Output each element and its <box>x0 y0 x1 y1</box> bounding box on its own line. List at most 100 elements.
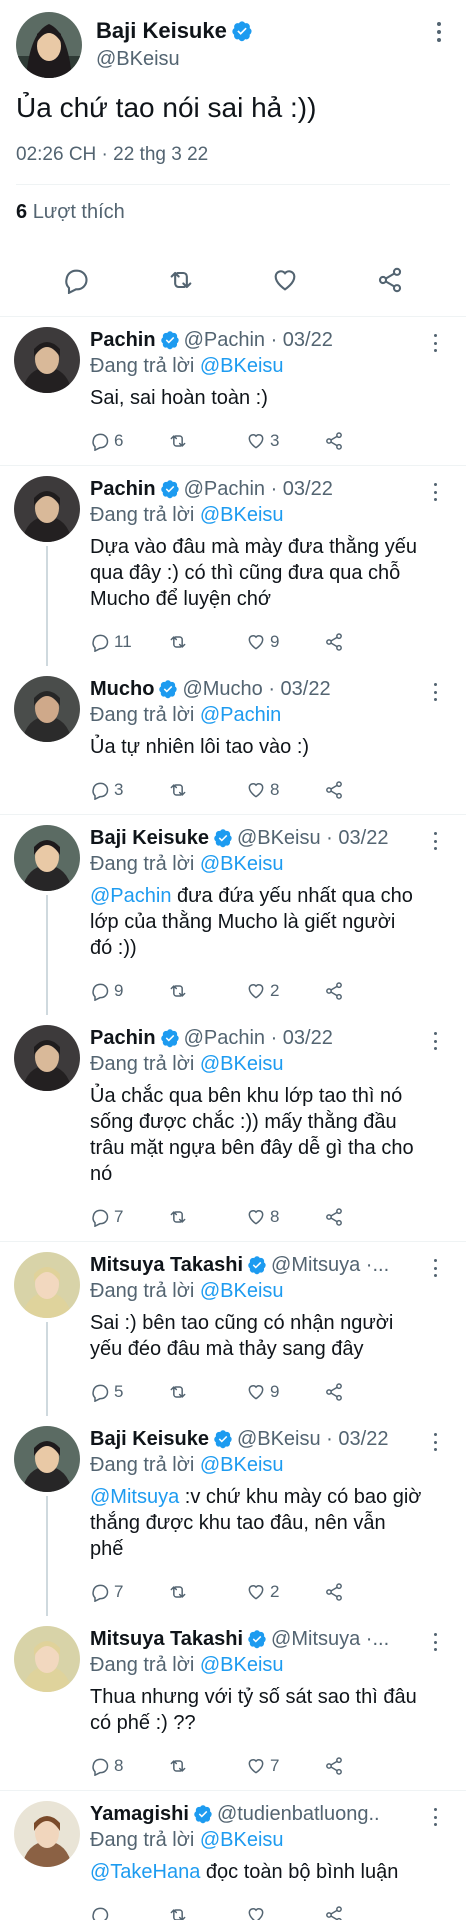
reply-tweet[interactable]: Yamagishi @tudienbatluong.. Đang trả lời… <box>0 1791 466 1920</box>
avatar[interactable] <box>14 1626 80 1692</box>
more-icon[interactable] <box>430 1632 440 1652</box>
like-action[interactable]: 9 <box>246 632 324 652</box>
share-action[interactable] <box>324 632 402 652</box>
more-icon[interactable] <box>430 482 440 502</box>
retweet-action[interactable] <box>168 1582 246 1602</box>
more-icon[interactable] <box>430 682 440 702</box>
avatar-baji[interactable] <box>16 12 82 78</box>
reply-action[interactable]: 3 <box>90 780 168 800</box>
reply-author-name[interactable]: Mucho <box>90 676 154 702</box>
retweet-action[interactable] <box>168 431 246 451</box>
reply-action[interactable]: 5 <box>90 1382 168 1402</box>
share-action[interactable] <box>324 1382 402 1402</box>
reply-tweet[interactable]: Mitsuya Takashi @Mitsuya ·... Đang trả l… <box>0 1616 466 1791</box>
reply-tweet[interactable]: Pachin @Pachin · 03/22 Đang trả lời @BKe… <box>0 317 466 466</box>
likes-row[interactable]: 6 Lượt thích <box>0 185 466 243</box>
main-author-name[interactable]: Baji Keisuke <box>96 18 227 44</box>
retweet-action[interactable] <box>168 1756 246 1776</box>
like-action[interactable]: 8 <box>246 1207 324 1227</box>
replying-to-mention[interactable]: @Pachin <box>200 704 281 726</box>
like-action[interactable]: 2 <box>246 981 324 1001</box>
reply-tweet[interactable]: Pachin @Pachin · 03/22 Đang trả lời @BKe… <box>0 466 466 666</box>
reply-action[interactable]: 9 <box>90 981 168 1001</box>
avatar[interactable] <box>14 476 80 542</box>
like-icon[interactable] <box>270 265 300 295</box>
reply-author-meta[interactable]: @Pachin · 03/22 <box>184 327 333 353</box>
replying-to-mention[interactable]: @BKeisu <box>200 1829 284 1851</box>
replying-to-mention[interactable]: @BKeisu <box>200 1280 284 1302</box>
reply-author-name[interactable]: Pachin <box>90 476 156 502</box>
reply-tweet[interactable]: Mitsuya Takashi @Mitsuya ·... Đang trả l… <box>0 1242 466 1416</box>
avatar[interactable] <box>14 1252 80 1318</box>
share-action[interactable] <box>324 1207 402 1227</box>
retweet-action[interactable] <box>168 1905 246 1920</box>
reply-author-meta[interactable]: @Mucho · 03/22 <box>182 676 330 702</box>
reply-author-name[interactable]: Pachin <box>90 327 156 353</box>
reply-action[interactable]: 6 <box>90 431 168 451</box>
reply-author-name[interactable]: Mitsuya Takashi <box>90 1626 243 1652</box>
avatar[interactable] <box>14 1025 80 1091</box>
replying-to-mention[interactable]: @BKeisu <box>200 1053 284 1075</box>
avatar[interactable] <box>14 327 80 393</box>
replying-to-mention[interactable]: @BKeisu <box>200 504 284 526</box>
reply-tweet[interactable]: Baji Keisuke @BKeisu · 03/22 Đang trả lờ… <box>0 1416 466 1616</box>
share-action[interactable] <box>324 1756 402 1776</box>
reply-action[interactable] <box>90 1905 168 1920</box>
text-mention[interactable]: @TakeHana <box>90 1861 200 1883</box>
replying-to-mention[interactable]: @BKeisu <box>200 853 284 875</box>
avatar[interactable] <box>14 825 80 891</box>
more-icon[interactable] <box>430 333 440 353</box>
avatar[interactable] <box>14 1801 80 1867</box>
retweet-action[interactable] <box>168 1207 246 1227</box>
reply-author-meta[interactable]: @Pachin · 03/22 <box>184 476 333 502</box>
reply-author-meta[interactable]: @BKeisu · 03/22 <box>237 825 389 851</box>
retweet-action[interactable] <box>168 981 246 1001</box>
more-icon[interactable] <box>430 1258 440 1278</box>
reply-author-name[interactable]: Yamagishi <box>90 1801 189 1827</box>
share-action[interactable] <box>324 1905 402 1920</box>
share-action[interactable] <box>324 780 402 800</box>
share-action[interactable] <box>324 431 402 451</box>
reply-author-name[interactable]: Pachin <box>90 1025 156 1051</box>
reply-author-meta[interactable]: @Mitsuya ·... <box>271 1626 389 1652</box>
reply-author-meta[interactable]: @tudienbatluong.. <box>217 1801 380 1827</box>
retweet-icon[interactable] <box>166 265 196 295</box>
reply-action[interactable]: 7 <box>90 1207 168 1227</box>
reply-tweet[interactable]: Baji Keisuke @BKeisu · 03/22 Đang trả lờ… <box>0 815 466 1015</box>
like-action[interactable] <box>246 1905 324 1920</box>
reply-action[interactable]: 7 <box>90 1582 168 1602</box>
more-icon[interactable] <box>430 831 440 851</box>
reply-author-meta[interactable]: @BKeisu · 03/22 <box>237 1426 389 1452</box>
avatar[interactable] <box>14 676 80 742</box>
share-icon[interactable] <box>375 265 405 295</box>
retweet-action[interactable] <box>168 780 246 800</box>
reply-icon[interactable] <box>61 265 91 295</box>
like-action[interactable]: 3 <box>246 431 324 451</box>
reply-author-meta[interactable]: @Mitsuya ·... <box>271 1252 389 1278</box>
avatar[interactable] <box>14 1426 80 1492</box>
replying-to-mention[interactable]: @BKeisu <box>200 1454 284 1476</box>
more-icon[interactable] <box>430 1807 440 1827</box>
replying-to-mention[interactable]: @BKeisu <box>200 1654 284 1676</box>
replying-to-mention[interactable]: @BKeisu <box>200 355 284 377</box>
reply-author-name[interactable]: Mitsuya Takashi <box>90 1252 243 1278</box>
more-icon[interactable] <box>430 1432 440 1452</box>
share-action[interactable] <box>324 1582 402 1602</box>
main-author-handle[interactable]: @BKeisu <box>96 48 253 71</box>
more-icon[interactable] <box>430 1031 440 1051</box>
like-action[interactable]: 8 <box>246 780 324 800</box>
like-action[interactable]: 2 <box>246 1582 324 1602</box>
reply-tweet[interactable]: Mucho @Mucho · 03/22 Đang trả lời @Pachi… <box>0 666 466 815</box>
reply-tweet[interactable]: Pachin @Pachin · 03/22 Đang trả lời @BKe… <box>0 1015 466 1242</box>
reply-action[interactable]: 11 <box>90 632 168 652</box>
like-action[interactable]: 7 <box>246 1756 324 1776</box>
reply-author-meta[interactable]: @Pachin · 03/22 <box>184 1025 333 1051</box>
retweet-action[interactable] <box>168 632 246 652</box>
main-tweet-time[interactable]: 02:26 CH · 22 thg 3 22 <box>0 126 466 166</box>
more-icon[interactable] <box>432 20 446 44</box>
text-mention[interactable]: @Mitsuya <box>90 1486 179 1508</box>
reply-action[interactable]: 8 <box>90 1756 168 1776</box>
reply-author-name[interactable]: Baji Keisuke <box>90 825 209 851</box>
text-mention[interactable]: @Pachin <box>90 885 171 907</box>
reply-author-name[interactable]: Baji Keisuke <box>90 1426 209 1452</box>
